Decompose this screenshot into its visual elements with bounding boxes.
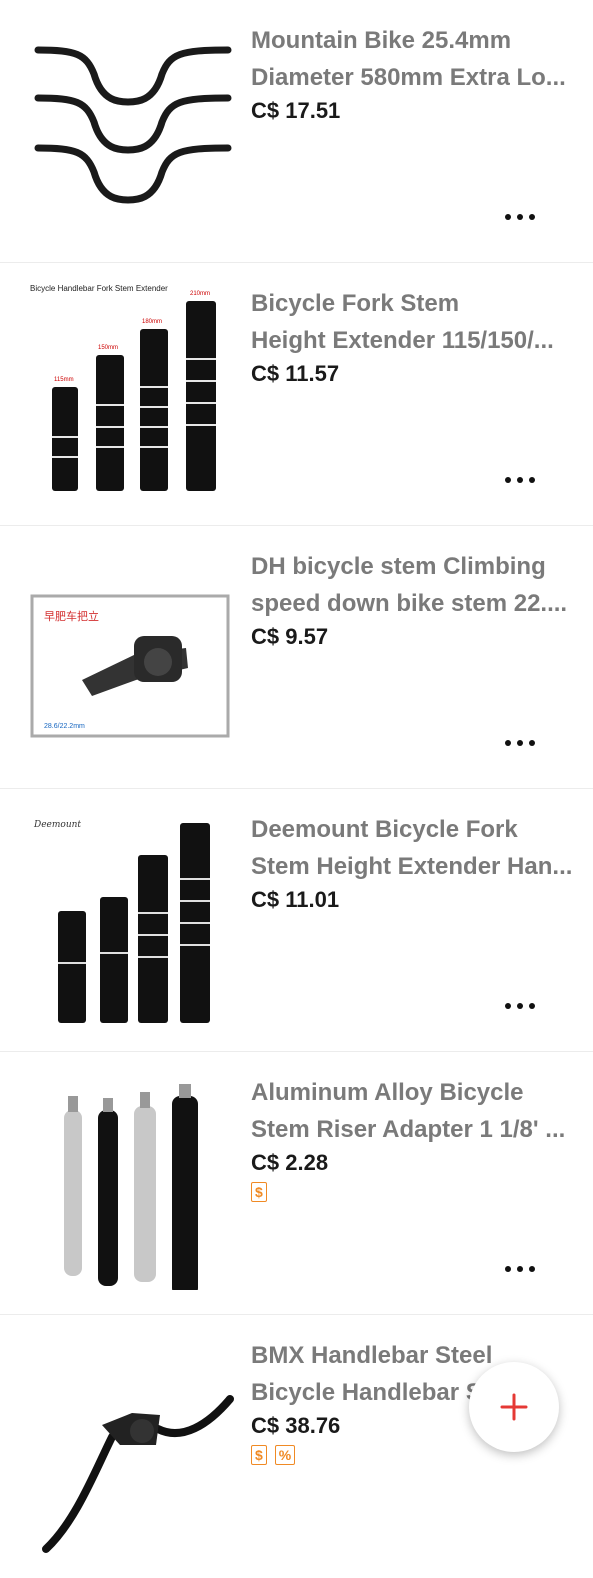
more-options-button[interactable]: [505, 475, 535, 485]
more-options-button[interactable]: [505, 212, 535, 222]
add-fab-button[interactable]: [469, 1362, 559, 1452]
product-title[interactable]: DH bicycle stem Climbing speed down bike…: [251, 548, 573, 622]
product-image-stem-riser[interactable]: [16, 1066, 240, 1290]
product-title[interactable]: Aluminum Alloy Bicycle Stem Riser Adapte…: [251, 1074, 573, 1148]
plus-icon: [500, 1393, 528, 1421]
product-image-deemount-extender[interactable]: Deemount: [16, 803, 240, 1027]
percent-badge: %: [274, 1445, 296, 1465]
product-title-line: Stem Height Extender Han...: [251, 853, 573, 880]
image-brand: Deemount: [33, 820, 81, 830]
product-image-stem-extender[interactable]: Bicycle Handlebar Fork Stem Extender 115…: [16, 277, 240, 501]
product-title-line: Deemount Bicycle Fork: [251, 816, 518, 843]
product-item[interactable]: Bicycle Handlebar Fork Stem Extender 115…: [0, 263, 593, 526]
product-title[interactable]: Mountain Bike 25.4mm Diameter 580mm Extr…: [251, 22, 573, 96]
product-item[interactable]: Mountain Bike 25.4mm Diameter 580mm Extr…: [0, 0, 593, 263]
product-title-line: Mountain Bike 25.4mm: [251, 27, 512, 54]
product-price: C$ 38.76: [251, 1413, 341, 1438]
product-price: C$ 9.57: [251, 624, 329, 649]
badge-group: $: [251, 1182, 267, 1202]
product-item[interactable]: Aluminum Alloy Bicycle Stem Riser Adapte…: [0, 1052, 593, 1315]
image-label: 210mm: [190, 291, 210, 297]
image-caption: Bicycle Handlebar Fork Stem Extender: [30, 284, 168, 293]
image-caption: 28.6/22.2mm: [44, 723, 85, 730]
product-price: C$ 11.01: [251, 887, 340, 912]
product-title-line: Aluminum Alloy Bicycle: [251, 1079, 524, 1106]
image-label: 180mm: [142, 319, 162, 325]
image-caption: 早肥车把立: [44, 609, 99, 623]
product-title[interactable]: Deemount Bicycle Fork Stem Height Extend…: [251, 811, 573, 885]
product-title-line: Bicycle Fork Stem: [251, 290, 460, 317]
more-options-button[interactable]: [505, 1264, 535, 1274]
product-price: C$ 17.51: [251, 98, 341, 123]
product-item[interactable]: Deemount Deemount Bicycle Fork Stem Heig…: [0, 789, 593, 1052]
product-title-line: Height Extender 115/150/...: [251, 327, 554, 354]
product-image-handlebar[interactable]: [16, 14, 240, 238]
product-title[interactable]: Bicycle Fork Stem Height Extender 115/15…: [251, 285, 573, 359]
product-price: C$ 2.28: [251, 1150, 329, 1175]
product-image-dh-stem[interactable]: 早肥车把立 28.6/22.2mm: [16, 540, 240, 764]
product-title-line: speed down bike stem 22....: [251, 590, 568, 617]
product-image-bmx-handlebar[interactable]: [16, 1329, 240, 1553]
product-title-line: Stem Riser Adapter 1 1/8' ...: [251, 1116, 566, 1143]
image-label: 150mm: [98, 345, 118, 351]
product-price: C$ 11.57: [251, 361, 340, 386]
more-options-button[interactable]: [505, 1001, 535, 1011]
image-label: 115mm: [54, 377, 74, 383]
dollar-badge: $: [251, 1182, 267, 1202]
more-options-button[interactable]: [505, 738, 535, 748]
product-item[interactable]: 早肥车把立 28.6/22.2mm DH bicycle stem Climbi…: [0, 526, 593, 789]
product-title-line: DH bicycle stem Climbing: [251, 553, 546, 580]
badge-group: $ %: [251, 1445, 296, 1465]
product-title-line: Diameter 580mm Extra Lo...: [251, 64, 566, 91]
dollar-badge: $: [251, 1445, 267, 1465]
